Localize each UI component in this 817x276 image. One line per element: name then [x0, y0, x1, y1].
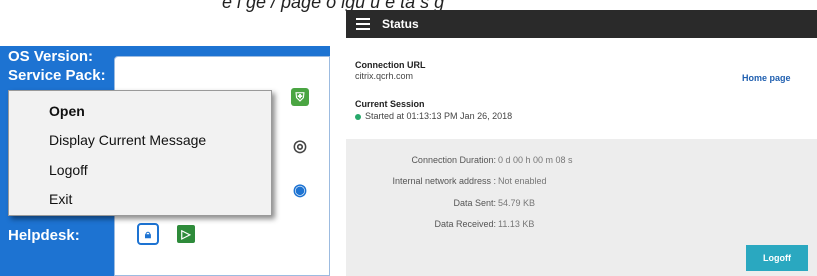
network-globe-icon[interactable]: ◉ [291, 181, 309, 199]
status-header-bar: Status [346, 10, 817, 38]
tray-context-menu: Open Display Current Message Logoff Exit [8, 90, 272, 216]
connection-url-value: citrix.qcrh.com [355, 71, 414, 81]
current-session-value: Started at 01:13:13 PM Jan 26, 2018 [365, 111, 513, 121]
citrix-status-panel: Status Connection URL citrix.qcrh.com Ho… [346, 10, 817, 276]
lock-icon[interactable]: 🔒︎ [137, 223, 159, 245]
session-status-dot [355, 114, 361, 120]
hamburger-menu-icon[interactable] [356, 18, 370, 30]
screenshot-stage: e i ge / page o igu u e ta s g OS Versio… [0, 0, 817, 276]
menu-item-display-current-message[interactable]: Display Current Message [49, 132, 206, 148]
connection-url-label: Connection URL [355, 60, 426, 70]
menu-item-exit[interactable]: Exit [49, 191, 72, 207]
detail-key: Data Received: [434, 219, 496, 229]
menu-item-logoff[interactable]: Logoff [49, 162, 88, 178]
menu-item-open[interactable]: Open [49, 103, 85, 119]
home-page-link[interactable]: Home page [742, 73, 791, 83]
os-version-label: OS Version: [8, 48, 94, 65]
detail-value: 54.79 KB [498, 198, 536, 208]
page-title: Status [382, 17, 419, 31]
detail-key: Data Sent: [453, 198, 496, 208]
detail-value: 11.13 KB [498, 219, 535, 229]
citrix-swirl-icon[interactable]: ◎ [291, 137, 309, 155]
logoff-button[interactable]: Logoff [746, 245, 808, 271]
green-app-icon[interactable]: ▷ [177, 225, 195, 243]
current-session-label: Current Session [355, 99, 425, 109]
detail-key: Connection Duration: [411, 155, 496, 165]
security-shield-icon[interactable]: ⛨ [291, 88, 309, 106]
service-pack-label: Service Pack: [8, 67, 106, 84]
detail-key: Internal network address : [392, 176, 496, 186]
helpdesk-label: Helpdesk: [8, 227, 80, 244]
detail-value: 0 d 00 h 00 m 08 s [498, 155, 573, 165]
system-info-window: OS Version: Service Pack: Helpdesk: ʙ ➤ … [0, 46, 330, 276]
detail-value: Not enabled [498, 176, 547, 186]
